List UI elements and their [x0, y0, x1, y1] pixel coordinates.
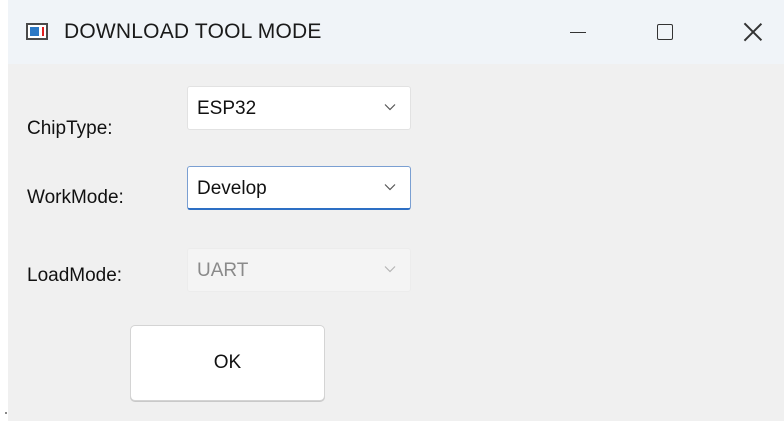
- work-mode-value: Develop: [197, 178, 267, 199]
- work-mode-label: WorkMode:: [27, 187, 124, 208]
- maximize-button[interactable]: [636, 0, 696, 64]
- app-window-icon: [26, 23, 48, 40]
- close-icon: [743, 22, 763, 42]
- chevron-down-icon: [384, 183, 396, 191]
- ok-button[interactable]: OK: [130, 325, 325, 401]
- load-mode-select: UART: [187, 248, 411, 292]
- minimize-icon: [570, 32, 586, 33]
- work-mode-select[interactable]: Develop: [187, 166, 411, 210]
- chip-type-select[interactable]: ESP32: [187, 86, 411, 130]
- chip-type-label: ChipType:: [27, 118, 113, 139]
- load-mode-label: LoadMode:: [27, 265, 123, 286]
- chevron-down-icon: [384, 265, 396, 273]
- dialog-window: DOWNLOAD TOOL MODE ChipType: ESP32 WorkM…: [8, 0, 784, 421]
- title-bar[interactable]: DOWNLOAD TOOL MODE: [8, 0, 784, 64]
- minimize-button[interactable]: [548, 0, 608, 64]
- load-mode-value: UART: [197, 260, 249, 281]
- close-button[interactable]: [724, 0, 784, 64]
- app-icon-blue-square: [30, 27, 39, 36]
- window-title: DOWNLOAD TOOL MODE: [64, 20, 322, 43]
- chevron-down-icon: [384, 103, 396, 111]
- app-icon-red-bar: [42, 27, 44, 36]
- edge-artifact: [5, 412, 7, 414]
- chip-type-value: ESP32: [197, 98, 257, 119]
- maximize-icon: [657, 24, 673, 40]
